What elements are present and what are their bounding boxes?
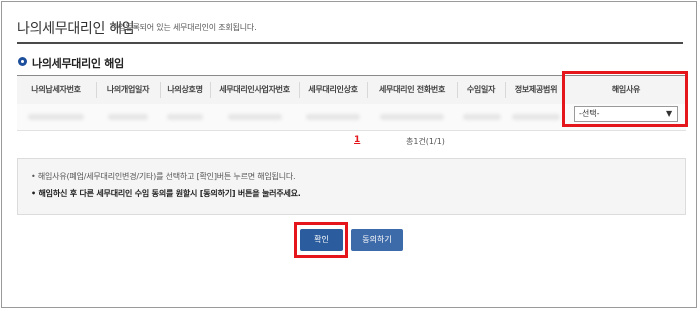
- col-header-taxpayer-number: 나의납세자번호: [31, 85, 81, 94]
- highlight-box-dismissal-reason: [562, 71, 688, 127]
- blurred-cell: [463, 114, 501, 120]
- blurred-cell: [306, 114, 360, 120]
- pagination-total: 총1건(1/1): [406, 137, 445, 146]
- highlight-box-confirm: [294, 222, 348, 258]
- window-frame: [1, 1, 697, 308]
- blurred-cell: [512, 114, 560, 120]
- section-title: 나의세무대리인 해임: [32, 57, 124, 70]
- blurred-cell: [380, 114, 444, 120]
- page-description: 수임등록되어 있는 세무대리인이 조회됩니다.: [111, 23, 257, 32]
- section-bullet-icon: [18, 57, 27, 66]
- blurred-cell: [228, 114, 282, 120]
- agree-button[interactable]: 동의하기: [351, 229, 403, 251]
- blurred-cell: [108, 114, 148, 120]
- blurred-cell: [28, 114, 84, 120]
- notice-box: [17, 158, 686, 215]
- notice-line-1: • 해임사유(폐업/세무대리인변경/기타)를 선택하고 [확인]버튼 누르면 해…: [31, 172, 296, 181]
- title-divider: [17, 42, 683, 44]
- col-header-business-name: 나의상호명: [167, 85, 203, 94]
- col-header-agent-name: 세무대리인상호: [308, 85, 358, 94]
- notice-line-2: • 해임하신 후 다른 세무대리인 수임 동의를 원할시 [동의하기] 버튼을 …: [31, 189, 301, 198]
- col-header-agent-phone: 세무대리인 전화번호: [378, 85, 446, 94]
- col-header-agent-business-number: 세무대리인사업자번호: [219, 85, 290, 94]
- col-header-info-scope: 정보제공범위: [514, 85, 558, 94]
- col-header-appointment-date: 수임일자: [466, 85, 496, 94]
- col-header-open-date: 나의개업일자: [106, 85, 150, 94]
- pagination-page-1[interactable]: 1: [354, 135, 360, 145]
- blurred-cell: [167, 114, 203, 120]
